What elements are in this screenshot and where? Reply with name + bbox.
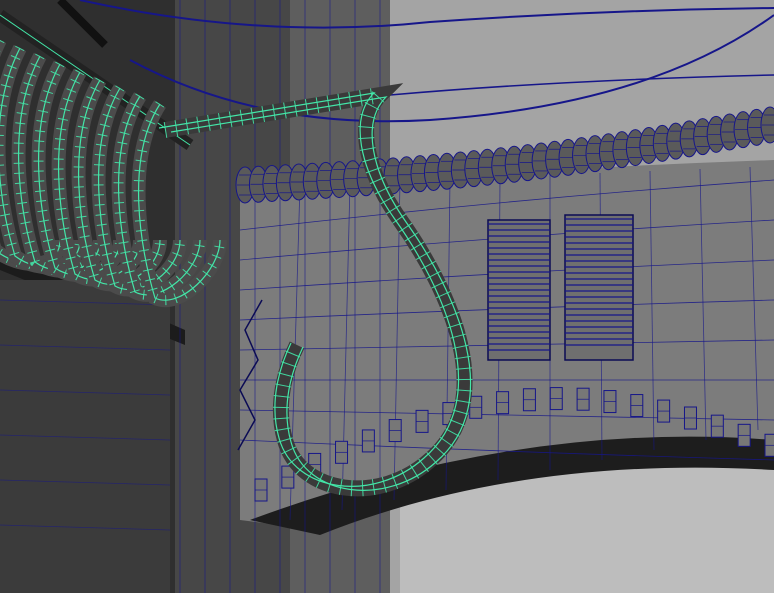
cornice-block <box>549 387 563 411</box>
cornice-block <box>388 419 402 443</box>
lower-wall-block <box>0 280 170 593</box>
cornice-block <box>603 390 617 414</box>
cornice-block <box>657 399 671 423</box>
cornice-block <box>737 423 751 447</box>
cornice-block <box>630 394 644 418</box>
shutter <box>564 214 634 361</box>
cornice-block <box>335 440 349 464</box>
scene-canvas[interactable] <box>0 0 774 593</box>
cornice-block <box>683 406 697 430</box>
3d-viewport[interactable] <box>0 0 774 593</box>
cornice-block <box>764 433 774 457</box>
cornice-block <box>254 478 268 502</box>
cornice-block <box>361 429 375 453</box>
cornice-block <box>710 414 724 438</box>
cornice-block <box>496 391 510 415</box>
cornice-block <box>415 409 429 433</box>
cornice-block <box>522 388 536 412</box>
cornice-block <box>576 387 590 411</box>
cornice-block <box>469 395 483 419</box>
shutter <box>487 219 551 361</box>
